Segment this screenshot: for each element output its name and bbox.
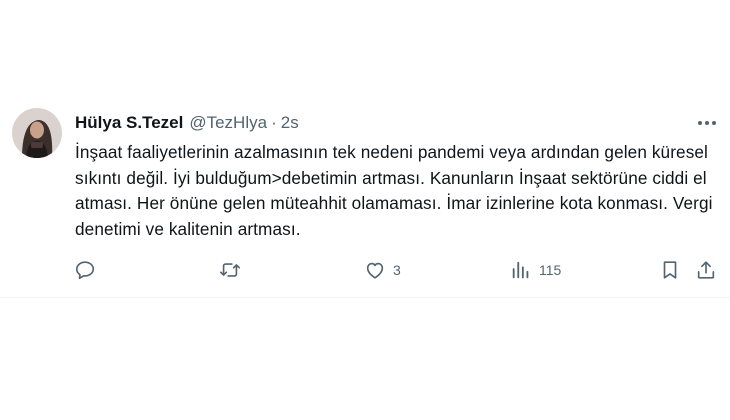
- like-button[interactable]: 3: [364, 256, 401, 284]
- views-icon: [512, 261, 529, 279]
- tweet-text: İnşaat faaliyetlerinin azalmasının tek n…: [75, 142, 713, 239]
- retweet-button[interactable]: [219, 256, 241, 284]
- avatar-image: [12, 108, 62, 158]
- bookmark-icon: [663, 261, 677, 279]
- like-count: 3: [393, 262, 401, 278]
- avatar[interactable]: [12, 108, 62, 158]
- tweet-card[interactable]: Hülya S.Tezel @TezHlya · 2s İnşaat faali…: [0, 96, 730, 298]
- tweet-header: Hülya S.Tezel @TezHlya · 2s: [75, 112, 299, 134]
- reply-button[interactable]: [74, 256, 96, 284]
- share-button[interactable]: [695, 256, 717, 284]
- share-icon: [697, 261, 715, 279]
- bookmark-button[interactable]: [659, 256, 681, 284]
- more-options-button[interactable]: [694, 113, 720, 133]
- author-name[interactable]: Hülya S.Tezel: [75, 113, 183, 133]
- retweet-icon: [220, 263, 240, 277]
- more-icon: [698, 121, 716, 125]
- author-handle[interactable]: @TezHlya: [189, 113, 267, 133]
- separator-dot: ·: [271, 113, 277, 132]
- views-button[interactable]: 115: [510, 256, 561, 284]
- heart-icon: [366, 262, 384, 279]
- tweet-actions: 3 115: [0, 256, 730, 284]
- views-count: 115: [539, 262, 562, 278]
- timestamp[interactable]: 2s: [281, 113, 299, 133]
- reply-icon: [75, 261, 95, 280]
